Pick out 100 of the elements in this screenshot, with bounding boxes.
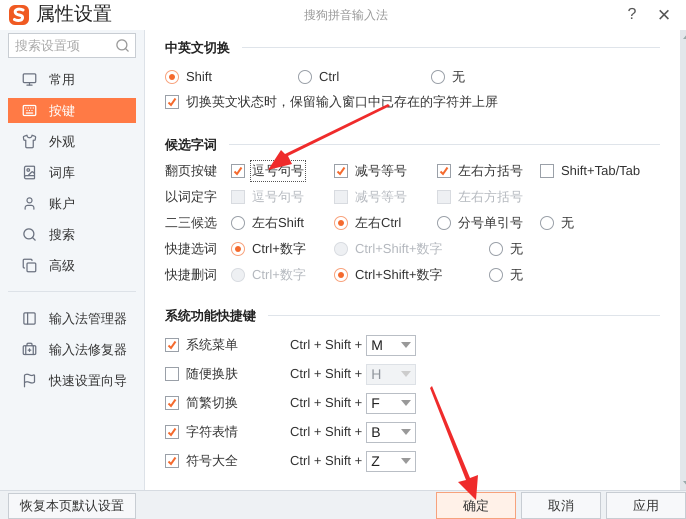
checkbox[interactable] (165, 338, 179, 352)
search-field[interactable]: 搜索设置项 (8, 33, 136, 58)
option-label: 左右Ctrl (354, 214, 402, 232)
nav-item[interactable]: 账户 (8, 191, 136, 216)
key-dropdown[interactable]: Z (366, 450, 416, 472)
tool-item[interactable]: 输入法管理器 (8, 306, 136, 331)
logo-icon (8, 4, 30, 26)
shortcut-prefix: Ctrl + Shift + (290, 336, 362, 354)
radio-button[interactable] (437, 216, 451, 230)
user-icon (22, 196, 37, 211)
help-button[interactable]: ? (620, 3, 644, 27)
checkmark-icon (167, 97, 177, 107)
option-label: 分号单引号 (457, 214, 524, 232)
checkmark-icon (336, 166, 346, 176)
option-label: Ctrl+Shift+数字 (354, 240, 444, 258)
panel-icon (22, 311, 37, 326)
key-dropdown[interactable]: F (366, 392, 416, 414)
row-label: 快捷选词 (165, 240, 218, 258)
copy-icon (22, 258, 37, 273)
checkbox[interactable] (165, 367, 179, 381)
caret-icon (401, 400, 412, 406)
shirt-icon (22, 134, 37, 149)
option-label: Shift (185, 68, 214, 86)
checkbox[interactable] (165, 396, 179, 410)
shortcut-prefix: Ctrl + Shift + (290, 394, 362, 412)
window-title: 属性设置 (36, 2, 112, 27)
row-label: 快捷删词 (165, 266, 218, 284)
option-label: 减号等号 (354, 188, 408, 206)
option-label: 左右方括号 (457, 162, 524, 180)
checkbox[interactable] (165, 95, 179, 109)
option-label: 随便换肤 (185, 365, 239, 384)
dialog-button[interactable]: 取消 (521, 492, 601, 519)
checkbox[interactable] (540, 164, 554, 178)
option-label: 左右方括号 (457, 188, 524, 206)
nav-item[interactable]: 外观 (8, 129, 136, 154)
checkbox[interactable] (334, 164, 348, 178)
tool-item[interactable]: 输入法修复器 (8, 337, 136, 362)
radio-button[interactable] (334, 216, 348, 230)
caret-icon (401, 458, 412, 464)
section-title: 候选字词 (165, 136, 217, 154)
close-button[interactable]: × (650, 4, 678, 26)
keyboard-icon (22, 103, 37, 118)
checkmark-icon (167, 340, 177, 350)
checkmark-icon (167, 398, 177, 408)
option-label: 简繁切换 (185, 394, 239, 412)
option-label: Ctrl (318, 68, 340, 86)
radio-button[interactable] (489, 268, 503, 282)
checkbox[interactable] (165, 454, 179, 468)
radio-button[interactable] (540, 216, 554, 230)
radio-button[interactable] (334, 268, 348, 282)
checkmark-icon (167, 427, 177, 437)
picture-book-icon (22, 165, 37, 180)
checkbox[interactable] (437, 164, 451, 178)
nav-item[interactable]: 词库 (8, 160, 136, 185)
checkmark-icon (233, 166, 243, 176)
checkmark-icon (167, 456, 177, 466)
monitor-icon (22, 72, 37, 87)
search-icon (22, 227, 37, 242)
row-label: 以词定字 (165, 188, 218, 206)
shortcut-prefix: Ctrl + Shift + (290, 365, 362, 384)
section-title: 系统功能快捷键 (165, 307, 256, 325)
app-name: 搜狗拼音输入法 (304, 7, 388, 24)
dialog-button[interactable]: 确定 (436, 492, 516, 519)
option-label: 符号大全 (185, 452, 239, 470)
tool-item[interactable]: 快速设置向导 (8, 368, 136, 393)
option-label: 无 (451, 68, 466, 86)
row-label: 二三候选 (165, 214, 218, 232)
caret-icon (401, 342, 412, 348)
caret-icon (401, 429, 412, 435)
radio-button[interactable] (298, 70, 312, 84)
nav-item[interactable]: 搜索 (8, 222, 136, 247)
search-icon (115, 38, 130, 53)
checkbox[interactable] (165, 425, 179, 439)
option-label: Shift+Tab/Tab (560, 162, 642, 180)
dialog-button[interactable]: 应用 (606, 492, 686, 519)
option-label: 系统菜单 (185, 336, 239, 354)
nav-item[interactable]: 常用 (8, 67, 136, 92)
radio-button[interactable] (231, 216, 245, 230)
checkbox[interactable] (231, 164, 245, 178)
shortcut-prefix: Ctrl + Shift + (290, 452, 362, 470)
key-dropdown[interactable]: M (366, 334, 416, 356)
radio-button[interactable] (489, 242, 503, 256)
radio-button[interactable] (431, 70, 445, 84)
shortcut-prefix: Ctrl + Shift + (290, 423, 362, 442)
option-label: 逗号句号 (251, 188, 305, 206)
option-label: 左右Shift (251, 214, 306, 232)
row-label: 翻页按键 (165, 162, 218, 180)
option-label: Ctrl+数字 (251, 240, 307, 258)
option-label: 无 (509, 240, 524, 258)
option-label: Ctrl+Shift+数字 (354, 266, 444, 284)
option-label: 无 (560, 214, 575, 232)
flag-icon (22, 373, 37, 388)
reset-button[interactable]: 恢复本页默认设置 (8, 493, 136, 519)
checkmark-icon (439, 166, 449, 176)
section-title: 中英文切换 (165, 39, 230, 57)
radio-button[interactable] (231, 242, 245, 256)
radio-button[interactable] (165, 70, 179, 84)
nav-item[interactable]: 高级 (8, 253, 136, 278)
key-dropdown[interactable]: B (366, 422, 416, 442)
option-label: 无 (509, 266, 524, 284)
